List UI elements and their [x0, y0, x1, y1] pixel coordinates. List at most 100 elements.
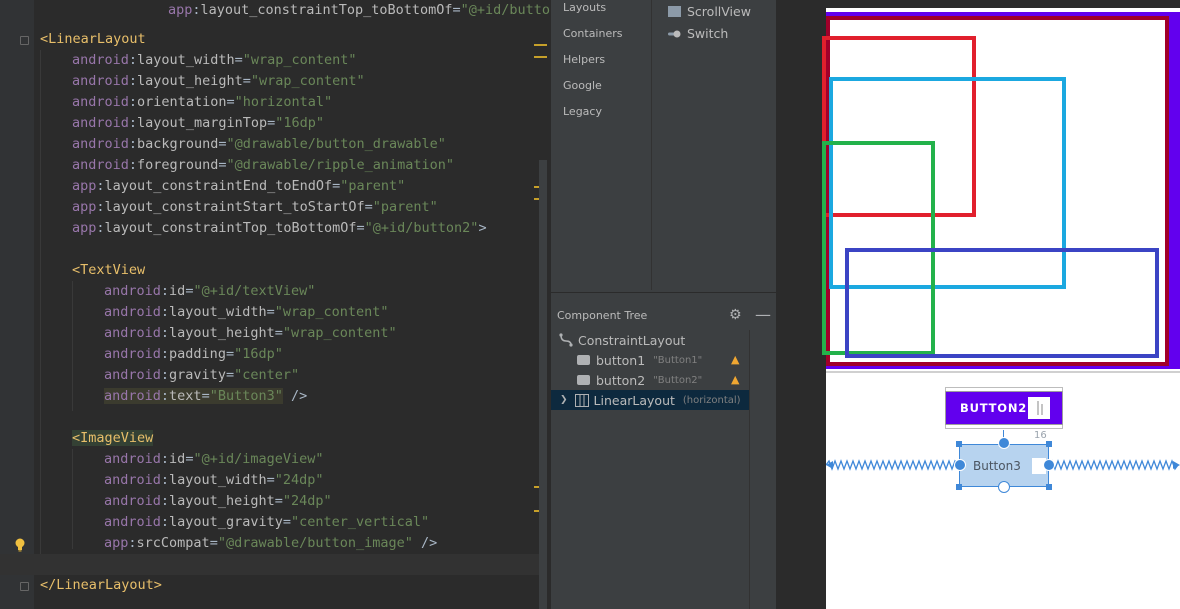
palette-item-scrollview[interactable]: ScrollView — [668, 4, 751, 19]
code-token: = — [274, 493, 283, 509]
minimize-icon[interactable]: — — [755, 305, 771, 324]
resize-handle-top-left[interactable] — [956, 441, 962, 447]
chevron-right-icon[interactable]: ❯ — [560, 395, 568, 405]
palette-category-legacy[interactable]: Legacy — [563, 105, 602, 118]
code-line[interactable]: android:padding="16dp" — [104, 344, 283, 365]
code-line[interactable]: android:layout_height="wrap_content" — [104, 323, 397, 344]
palette-categories: Layouts Containers Helpers Google Legacy — [551, 0, 651, 290]
code-token: "Button3" — [209, 388, 283, 404]
palette-category-containers[interactable]: Containers — [563, 27, 623, 40]
code-line[interactable]: android:id="@+id/imageView" — [104, 449, 324, 470]
fold-icon[interactable] — [20, 36, 29, 45]
code-token: <ImageView — [72, 430, 154, 446]
code-token: layout_constraintStart_toStartOf — [104, 199, 365, 215]
code-token: <LinearLayout — [40, 31, 146, 47]
change-marker[interactable] — [534, 44, 547, 46]
button2-image-icon — [1028, 397, 1050, 419]
warning-icon[interactable]: ▲ — [731, 373, 739, 386]
code-token: : — [160, 304, 170, 320]
constraint-anchor-start[interactable] — [954, 459, 966, 471]
palette-category-helpers[interactable]: Helpers — [563, 53, 605, 66]
code-line[interactable]: android:layout_height="wrap_content" — [72, 71, 365, 92]
code-line[interactable]: app:layout_constraintTop_toBottomOf="@+i… — [168, 0, 550, 21]
code-line[interactable]: android:background="@drawable/button_dra… — [72, 134, 446, 155]
constraint-start-zigzag[interactable] — [826, 459, 960, 471]
code-line[interactable]: <TextView — [72, 260, 145, 281]
code-token: app — [72, 199, 97, 215]
code-token: : — [96, 220, 105, 236]
code-line[interactable]: android:layout_width="wrap_content" — [104, 302, 389, 323]
code-token: "@+id/textView" — [193, 283, 316, 299]
editor-scrollbar[interactable] — [539, 160, 547, 609]
code-line[interactable]: android:layout_width="wrap_content" — [72, 50, 357, 71]
constraint-anchor-bottom[interactable] — [998, 481, 1010, 493]
code-line[interactable]: app:srcCompat="@drawable/button_image" /… — [104, 533, 437, 554]
palette-item-switch[interactable]: Switch — [668, 26, 728, 41]
code-token: padding — [169, 346, 226, 362]
code-token: android — [104, 325, 161, 341]
palette-category-layouts[interactable]: Layouts — [563, 1, 606, 14]
code-token: "wrap_content" — [274, 304, 389, 320]
constraint-layout-icon — [559, 333, 573, 347]
code-token: layout_height — [169, 493, 275, 509]
code-token: android — [104, 367, 161, 383]
button-icon — [577, 375, 590, 385]
code-token: = — [225, 367, 235, 383]
code-token: layout_width — [169, 304, 267, 320]
code-line[interactable]: <LinearLayout — [40, 29, 146, 50]
code-token: "@+id/imageView" — [193, 451, 324, 467]
code-token: id — [169, 451, 186, 467]
code-line[interactable]: android:layout_width="24dp" — [104, 470, 324, 491]
code-token: : — [160, 367, 170, 383]
code-line[interactable]: android:foreground="@drawable/ripple_ani… — [72, 155, 454, 176]
tree-item-button1[interactable]: button1 "Button1" ▲ — [551, 350, 749, 370]
code-token: gravity — [169, 367, 226, 383]
linear-layout-icon — [574, 393, 589, 407]
code-line[interactable]: app:layout_constraintStart_toStartOf="pa… — [72, 197, 438, 218]
code-token: "wrap_content" — [242, 52, 357, 68]
code-line[interactable]: </LinearLayout> — [40, 575, 162, 596]
button3-label: Button3 — [973, 458, 1021, 473]
gear-icon[interactable]: ⚙ — [729, 307, 742, 323]
resize-handle-bottom-left[interactable] — [956, 484, 962, 490]
indent-guide — [72, 449, 73, 549]
code-line[interactable]: app:layout_constraintTop_toBottomOf="@+i… — [72, 218, 487, 239]
lightbulb-icon[interactable] — [14, 538, 26, 552]
tree-item-linearlayout[interactable]: ❯ LinearLayout (horizontal) — [551, 390, 749, 410]
layout-divider — [826, 371, 1180, 373]
code-line[interactable]: android:layout_gravity="center_vertical" — [104, 512, 429, 533]
code-token: "parent" — [340, 178, 406, 194]
code-editor[interactable]: app:layout_constraintTop_toBottomOf="@+i… — [0, 0, 550, 609]
palette-category-google[interactable]: Google — [563, 79, 602, 92]
editor-gutter[interactable] — [0, 0, 34, 609]
warning-icon[interactable]: ▲ — [731, 353, 739, 366]
code-line[interactable]: android:layout_height="24dp" — [104, 491, 332, 512]
code-line[interactable]: android:gravity="center" — [104, 365, 299, 386]
code-line[interactable]: android:layout_marginTop="16dp" — [72, 113, 324, 134]
code-line[interactable]: android:id="@+id/textView" — [104, 281, 315, 302]
code-line[interactable]: app:layout_constraintEnd_toEndOf="parent… — [72, 176, 405, 197]
fold-icon[interactable] — [20, 582, 29, 591]
code-token: android — [104, 514, 161, 530]
code-token: layout_height — [137, 73, 243, 89]
code-token: layout_height — [169, 325, 275, 341]
code-token: id — [169, 283, 186, 299]
code-token: "horizontal" — [234, 94, 333, 110]
button2[interactable]: BUTTON2 — [946, 392, 1062, 424]
tree-item-button2[interactable]: button2 "Button2" ▲ — [551, 370, 749, 390]
code-line[interactable]: android:text="Button3" /> — [104, 386, 307, 407]
change-marker[interactable] — [534, 56, 547, 58]
constraint-anchor-top[interactable] — [998, 437, 1010, 449]
resize-handle-bottom-right[interactable] — [1046, 484, 1052, 490]
tree-item-constraintlayout[interactable]: ConstraintLayout — [551, 330, 749, 350]
resize-handle-top-right[interactable] — [1046, 441, 1052, 447]
code-token: <TextView — [72, 262, 146, 278]
code-token: android — [104, 451, 161, 467]
code-token: android — [72, 94, 129, 110]
constraint-anchor-end[interactable] — [1043, 459, 1055, 471]
constraint-end-zigzag[interactable] — [1049, 459, 1180, 471]
code-line[interactable]: <ImageView — [72, 428, 154, 449]
code-line[interactable]: android:orientation="horizontal" — [72, 92, 332, 113]
code-token: android — [72, 52, 129, 68]
code-token: = — [226, 94, 235, 110]
